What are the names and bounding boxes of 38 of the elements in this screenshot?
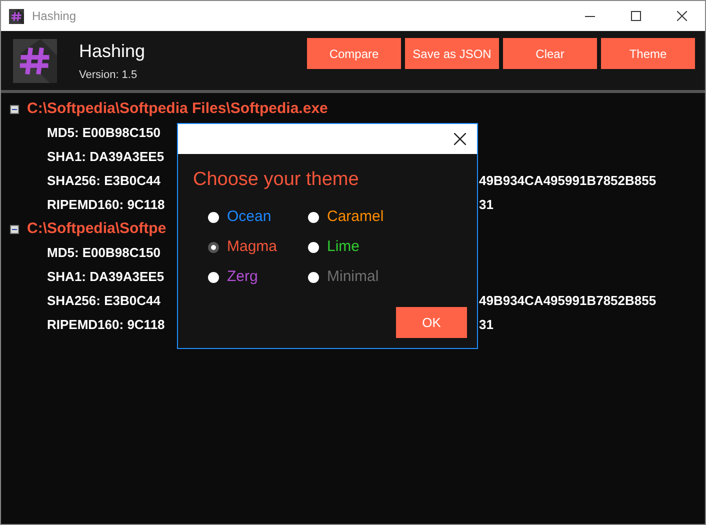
close-icon xyxy=(677,11,687,21)
hash-line: SHA1: DA39A3EE5 xyxy=(47,269,164,284)
hash-logo-icon xyxy=(9,8,24,24)
toolbar-button[interactable]: Save as JSON xyxy=(405,38,499,69)
hash-line: SHA256: E3B0C44 xyxy=(47,293,160,308)
toolbar-button[interactable]: Compare xyxy=(307,38,401,69)
dialog-heading: Choose your theme xyxy=(193,168,360,192)
collapse-toggle[interactable] xyxy=(10,104,19,114)
toolbar-button[interactable]: Clear xyxy=(503,38,597,69)
file-path: C:\Softpedia\Softpe xyxy=(27,218,166,239)
maximize-icon xyxy=(631,11,641,21)
theme-radio[interactable]: Minimal xyxy=(308,262,394,292)
theme-radio[interactable]: Ocean xyxy=(208,202,294,232)
hash-line: 31 xyxy=(479,196,494,214)
hash-line: RIPEMD160: 9C118 xyxy=(47,197,165,212)
theme-radio[interactable]: Lime xyxy=(308,232,394,262)
hash-line: MD5: E00B98C150 xyxy=(47,245,160,260)
toolbar-button[interactable]: Theme xyxy=(601,38,695,69)
close-icon xyxy=(454,133,466,145)
hash-line: 49B934CA495991B7852B855 xyxy=(479,172,656,190)
minus-icon xyxy=(12,226,17,232)
hash-line: 31 xyxy=(479,316,494,334)
app-title: Hashing xyxy=(79,40,146,63)
theme-radio[interactable]: Zerg xyxy=(208,262,294,292)
ok-button[interactable]: OK xyxy=(396,307,467,338)
hash-line: SHA1: DA39A3EE5 xyxy=(47,149,164,164)
hash-line: SHA256: E3B0C44 xyxy=(47,173,160,188)
theme-radio[interactable]: Caramel xyxy=(308,202,394,232)
hash-line: RIPEMD160: 9C118 xyxy=(47,317,165,332)
minus-icon xyxy=(12,106,17,112)
hash-logo-icon xyxy=(13,38,57,82)
file-path: C:\Softpedia\Softpedia Files\Softpedia.exe xyxy=(27,98,328,119)
version-label: Version: 1.5 xyxy=(79,68,138,83)
hash-line: 49B934CA495991B7852B855 xyxy=(479,292,656,310)
collapse-toggle[interactable] xyxy=(10,224,19,234)
hash-line: MD5: E00B98C150 xyxy=(47,125,160,140)
theme-radio[interactable]: Magma xyxy=(208,232,294,262)
window-title: Hashing xyxy=(32,8,76,25)
